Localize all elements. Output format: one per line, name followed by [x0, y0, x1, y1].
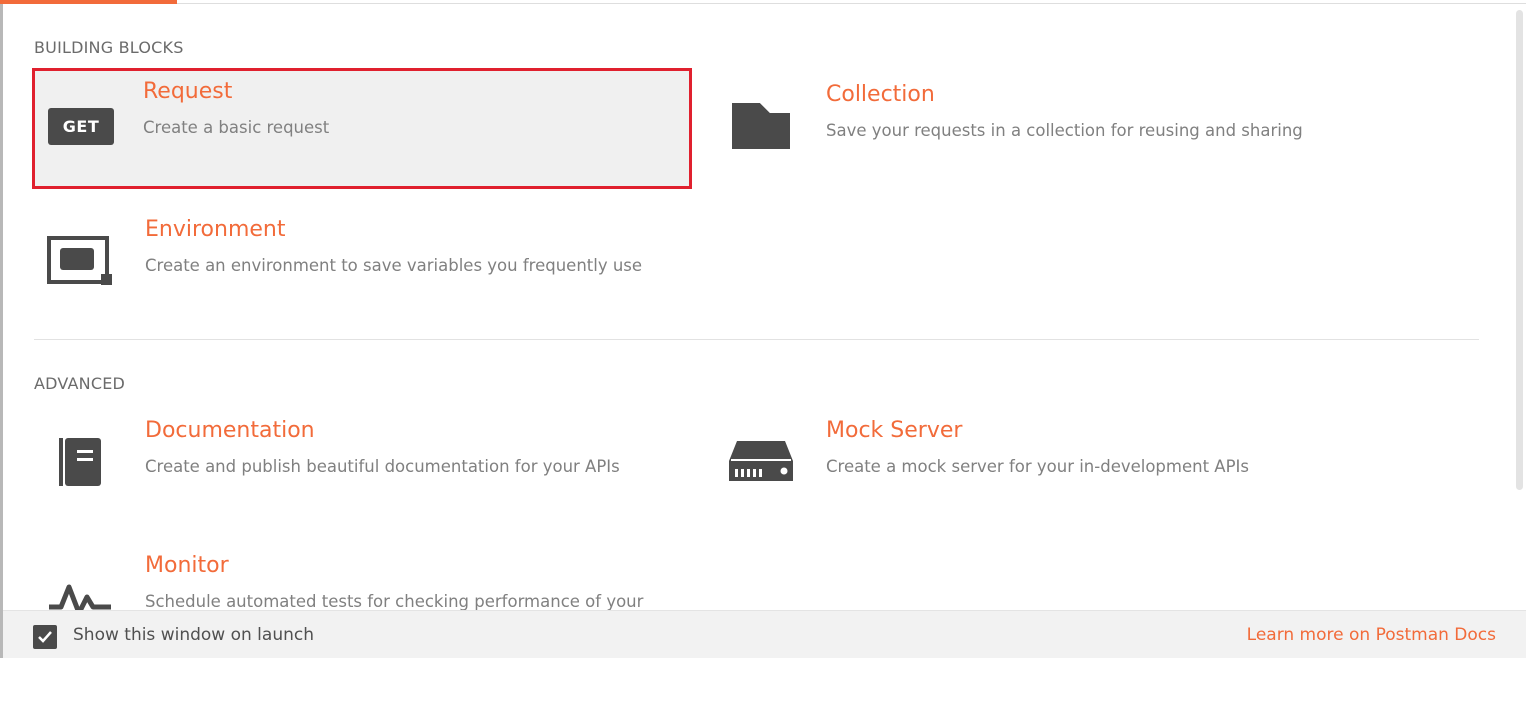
documentation-title: Documentation	[145, 418, 315, 443]
section-divider	[34, 339, 1479, 340]
create-new-content: BUILDING BLOCKS GET Request Create a bas…	[3, 4, 1513, 610]
collection-title: Collection	[826, 82, 935, 107]
create-documentation-card[interactable]: Documentation Create and publish beautif…	[34, 407, 688, 522]
section-title-advanced: ADVANCED	[34, 374, 126, 393]
monitor-description: Schedule automated tests for checking pe…	[145, 592, 644, 610]
folder-icon	[727, 98, 795, 154]
get-badge-icon: GET	[47, 98, 115, 154]
show-on-launch-checkbox[interactable]	[33, 625, 57, 649]
create-environment-card[interactable]: Environment Create an environment to sav…	[34, 206, 688, 321]
create-new-dialog: BUILDING BLOCKS GET Request Create a bas…	[0, 0, 1526, 658]
section-title-building-blocks: BUILDING BLOCKS	[34, 38, 184, 57]
get-badge: GET	[48, 107, 114, 145]
monitor-title: Monitor	[145, 553, 229, 578]
create-mock-server-card[interactable]: Mock Server Create a mock server for you…	[715, 407, 1369, 522]
pulse-icon	[46, 569, 114, 610]
documentation-description: Create and publish beautiful documentati…	[145, 457, 620, 476]
environment-icon	[46, 233, 114, 289]
request-title: Request	[143, 79, 233, 104]
create-request-card[interactable]: GET Request Create a basic request	[32, 68, 692, 189]
create-monitor-card[interactable]: Monitor Schedule automated tests for che…	[34, 542, 688, 610]
environment-description: Create an environment to save variables …	[145, 256, 643, 275]
mock-server-description: Create a mock server for your in-develop…	[826, 457, 1250, 476]
book-icon	[46, 434, 114, 490]
dialog-footer: Show this window on launch Learn more on…	[3, 610, 1526, 658]
create-collection-card[interactable]: Collection Save your requests in a colle…	[715, 71, 1369, 186]
show-on-launch-label[interactable]: Show this window on launch	[73, 625, 314, 645]
mock-server-title: Mock Server	[826, 418, 963, 443]
request-description: Create a basic request	[143, 118, 330, 137]
postman-docs-link[interactable]: Learn more on Postman Docs	[1247, 625, 1496, 645]
collection-description: Save your requests in a collection for r…	[826, 121, 1303, 140]
scrollbar-thumb[interactable]	[1516, 10, 1523, 490]
environment-title: Environment	[145, 217, 286, 242]
checkmark-icon	[38, 631, 52, 643]
server-icon	[727, 434, 795, 490]
